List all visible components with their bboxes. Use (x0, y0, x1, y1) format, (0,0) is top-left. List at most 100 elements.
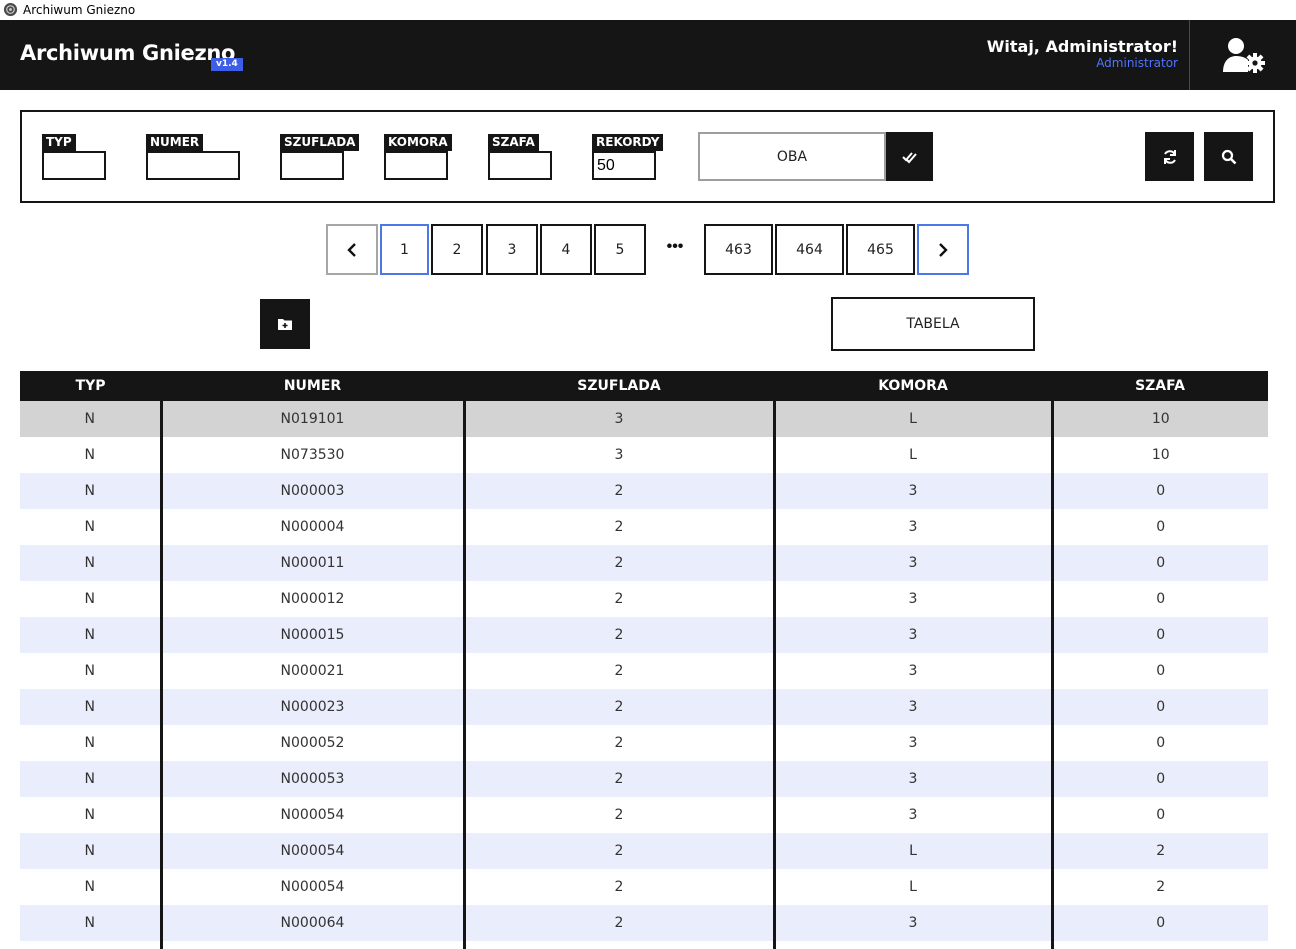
cell-typ: N (84, 735, 95, 751)
cell-komora: 3 (772, 761, 1052, 797)
app-logo-icon (3, 2, 18, 17)
pagination-next-button[interactable] (917, 224, 969, 275)
cell-numer: N000053 (159, 761, 464, 797)
filter-rekordy-input[interactable] (592, 151, 656, 180)
cell-komora: 3 (772, 617, 1052, 653)
user-gear-icon (1223, 38, 1265, 73)
table-row[interactable]: N N000012 2 3 0 (20, 581, 1268, 617)
column-header-szafa[interactable]: SZAFA (1052, 371, 1268, 401)
pagination-prev-button[interactable] (326, 224, 378, 275)
mode-confirm-button[interactable] (886, 132, 933, 181)
cell-szuflada: 2 (462, 473, 774, 509)
cell-typ: N (84, 519, 95, 535)
column-header-komora[interactable]: KOMORA (774, 371, 1052, 401)
filter-szuflada: SZUFLADA (280, 133, 360, 180)
cell-numer: N019101 (159, 401, 464, 437)
view-toggle-button[interactable]: TABELA (831, 297, 1035, 351)
cell-szafa: 0 (1050, 581, 1268, 617)
table-row[interactable]: N N000054 2 L 2 (20, 833, 1268, 869)
cell-szuflada: 2 (462, 833, 774, 869)
cell-szafa: 0 (1050, 545, 1268, 581)
header-divider (1189, 20, 1190, 90)
table-row[interactable]: N N000003 2 3 0 (20, 473, 1268, 509)
cell-szafa: 0 (1050, 509, 1268, 545)
cell-komora: 3 (772, 905, 1052, 941)
filter-numer-input[interactable] (146, 151, 240, 180)
column-header-szuflada[interactable]: SZUFLADA (464, 371, 774, 401)
filter-szuflada-input[interactable] (280, 151, 344, 180)
cell-typ: N (84, 591, 95, 607)
cell-szafa: 0 (1050, 653, 1268, 689)
cell-numer (159, 941, 464, 949)
table-row[interactable]: N N000023 2 3 0 (20, 689, 1268, 725)
cell-numer: N000054 (159, 797, 464, 833)
cell-szuflada: 2 (462, 509, 774, 545)
chevron-left-icon (347, 242, 356, 257)
filter-typ-input[interactable] (42, 151, 106, 180)
page-button-465[interactable]: 465 (846, 224, 915, 275)
cell-szafa: 0 (1050, 761, 1268, 797)
table-row[interactable]: N N000054 2 3 0 (20, 797, 1268, 833)
filter-typ: TYP (42, 133, 106, 180)
filter-rekordy-label: REKORDY (592, 134, 664, 151)
cell-numer: N000064 (159, 905, 464, 941)
table-row[interactable]: N N000052 2 3 0 (20, 725, 1268, 761)
cell-szafa: 0 (1050, 473, 1268, 509)
page-button-4[interactable]: 4 (540, 224, 592, 275)
page-button-464[interactable]: 464 (775, 224, 844, 275)
cell-numer: N000015 (159, 617, 464, 653)
cell-typ: N (84, 771, 95, 787)
refresh-button[interactable] (1145, 132, 1194, 181)
cell-szuflada: 2 (462, 905, 774, 941)
column-header-numer[interactable]: NUMER (161, 371, 464, 401)
filter-numer-label: NUMER (146, 134, 204, 151)
table-row[interactable]: N N019101 3 L 10 (20, 401, 1268, 437)
cell-komora: 3 (772, 725, 1052, 761)
add-folder-button[interactable] (260, 299, 310, 349)
cell-szuflada (462, 941, 774, 949)
table-row[interactable]: N N000064 2 3 0 (20, 905, 1268, 941)
table-row[interactable]: N N000015 2 3 0 (20, 617, 1268, 653)
pagination-ellipsis: ••• (666, 238, 684, 255)
cell-typ: N (84, 843, 95, 859)
cell-szuflada: 2 (462, 653, 774, 689)
version-badge: v1.4 (211, 58, 243, 71)
filter-szuflada-label: SZUFLADA (280, 134, 360, 151)
cell-szafa: 10 (1050, 401, 1268, 437)
cell-numer: N000003 (159, 473, 464, 509)
table-row[interactable]: N N000004 2 3 0 (20, 509, 1268, 545)
cell-szafa: 0 (1050, 905, 1268, 941)
page-button-463[interactable]: 463 (704, 224, 773, 275)
table-row[interactable] (20, 941, 1268, 949)
cell-numer: N000021 (159, 653, 464, 689)
cell-szuflada: 2 (462, 725, 774, 761)
search-button[interactable] (1204, 132, 1253, 181)
cell-komora: 3 (772, 797, 1052, 833)
filter-szafa-input[interactable] (488, 151, 552, 180)
mode-toggle-button[interactable]: OBA (698, 132, 886, 181)
page-button-2[interactable]: 2 (431, 224, 483, 275)
table-row[interactable]: N N073530 3 L 10 (20, 437, 1268, 473)
cell-szafa: 0 (1050, 797, 1268, 833)
user-greeting: Witaj, Administrator! (986, 37, 1178, 56)
table-row[interactable]: N N000021 2 3 0 (20, 653, 1268, 689)
app-header: Archiwum Gniezno v1.4 Witaj, Administrat… (0, 20, 1296, 90)
page-button-1[interactable]: 1 (380, 224, 429, 275)
filter-komora-input[interactable] (384, 151, 448, 180)
user-settings-button[interactable] (1222, 36, 1266, 74)
cell-typ: N (84, 807, 95, 823)
cell-typ: N (84, 447, 95, 463)
table-row[interactable]: N N000054 2 L 2 (20, 869, 1268, 905)
page-button-3[interactable]: 3 (486, 224, 538, 275)
double-check-icon (901, 151, 917, 163)
cell-komora: L (772, 869, 1052, 905)
cell-numer: N073530 (159, 437, 464, 473)
cell-szuflada: 2 (462, 869, 774, 905)
page-button-5[interactable]: 5 (594, 224, 646, 275)
column-header-typ[interactable]: TYP (20, 371, 161, 401)
cell-numer: N000012 (159, 581, 464, 617)
table-row[interactable]: N N000011 2 3 0 (20, 545, 1268, 581)
cell-szafa: 0 (1050, 617, 1268, 653)
cell-komora: 3 (772, 689, 1052, 725)
table-row[interactable]: N N000053 2 3 0 (20, 761, 1268, 797)
